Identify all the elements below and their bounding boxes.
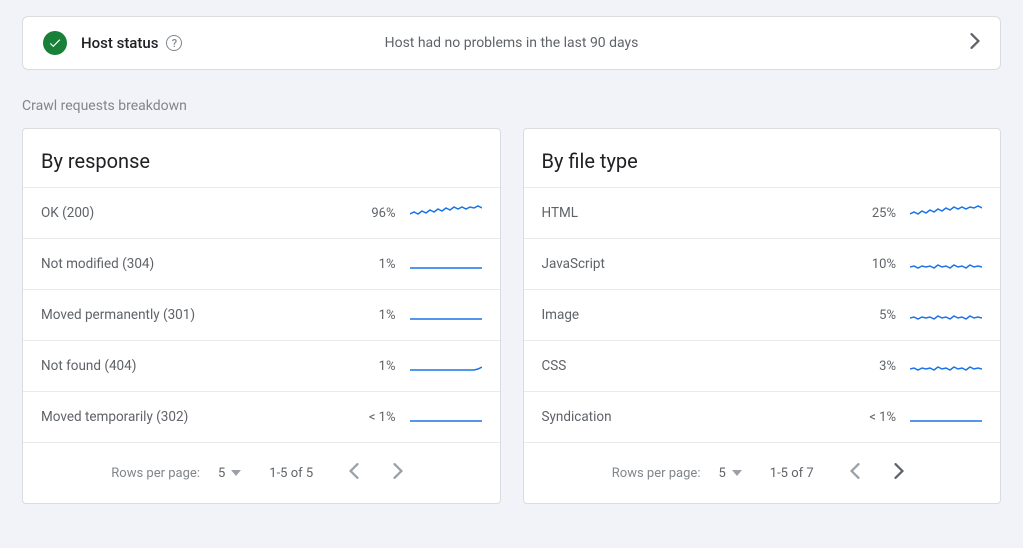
sparkline-icon (910, 304, 982, 326)
table-row[interactable]: OK (200)96% (23, 187, 500, 238)
row-percent: 96% (348, 206, 396, 221)
table-row[interactable]: Not modified (304)1% (23, 238, 500, 289)
sparkline-icon (910, 355, 982, 377)
row-label: JavaScript (542, 256, 849, 272)
row-percent: < 1% (848, 410, 896, 425)
by-file-type-card: By file type HTML25%JavaScript10%Image5%… (523, 128, 1002, 504)
sparkline-icon (410, 355, 482, 377)
rows-per-page-label: Rows per page: (612, 466, 701, 481)
page-range: 1-5 of 7 (770, 466, 814, 481)
card-title: By response (23, 129, 500, 187)
row-label: OK (200) (41, 205, 348, 221)
card-title: By file type (524, 129, 1001, 187)
table-row[interactable]: Image5% (524, 289, 1001, 340)
row-label: HTML (542, 205, 849, 221)
check-circle-icon (43, 31, 67, 55)
rows-per-page-label: Rows per page: (111, 466, 200, 481)
next-page-button[interactable] (886, 459, 912, 487)
table-row[interactable]: JavaScript10% (524, 238, 1001, 289)
row-label: Image (542, 307, 849, 323)
row-label: Moved permanently (301) (41, 307, 348, 323)
triangle-down-icon (732, 470, 742, 476)
pager: Rows per page: 5 1-5 of 7 (524, 442, 1001, 503)
sparkline-icon (910, 406, 982, 428)
sparkline-icon (410, 202, 482, 224)
next-page-button[interactable] (385, 459, 411, 487)
row-label: CSS (542, 358, 849, 374)
by-response-card: By response OK (200)96%Not modified (304… (22, 128, 501, 504)
row-label: Syndication (542, 409, 849, 425)
table-row[interactable]: Syndication< 1% (524, 391, 1001, 442)
table-row[interactable]: CSS3% (524, 340, 1001, 391)
rows-per-page-select[interactable]: 5 (218, 466, 241, 481)
prev-page-button[interactable] (842, 459, 868, 487)
row-percent: 1% (348, 257, 396, 272)
triangle-down-icon (231, 470, 241, 476)
row-label: Moved temporarily (302) (41, 409, 348, 425)
sparkline-icon (410, 406, 482, 428)
row-percent: 1% (348, 359, 396, 374)
sparkline-icon (410, 304, 482, 326)
table-row[interactable]: HTML25% (524, 187, 1001, 238)
row-percent: 25% (848, 206, 896, 221)
table-row[interactable]: Not found (404)1% (23, 340, 500, 391)
section-label: Crawl requests breakdown (22, 98, 1001, 114)
sparkline-icon (910, 253, 982, 275)
row-percent: < 1% (348, 410, 396, 425)
chevron-right-icon (970, 33, 980, 53)
pager: Rows per page: 5 1-5 of 5 (23, 442, 500, 503)
rows-per-page-select[interactable]: 5 (718, 466, 741, 481)
help-icon[interactable]: ? (166, 35, 182, 51)
sparkline-icon (410, 253, 482, 275)
sparkline-icon (910, 202, 982, 224)
table-row[interactable]: Moved temporarily (302)< 1% (23, 391, 500, 442)
row-percent: 1% (348, 308, 396, 323)
row-label: Not found (404) (41, 358, 348, 374)
page-range: 1-5 of 5 (269, 466, 313, 481)
row-percent: 10% (848, 257, 896, 272)
host-status-message: Host had no problems in the last 90 days (385, 35, 639, 51)
host-status-title: Host status (81, 34, 158, 52)
row-percent: 3% (848, 359, 896, 374)
row-percent: 5% (848, 308, 896, 323)
host-status-card[interactable]: Host status ? Host had no problems in th… (22, 16, 1001, 70)
prev-page-button[interactable] (341, 459, 367, 487)
row-label: Not modified (304) (41, 256, 348, 272)
table-row[interactable]: Moved permanently (301)1% (23, 289, 500, 340)
